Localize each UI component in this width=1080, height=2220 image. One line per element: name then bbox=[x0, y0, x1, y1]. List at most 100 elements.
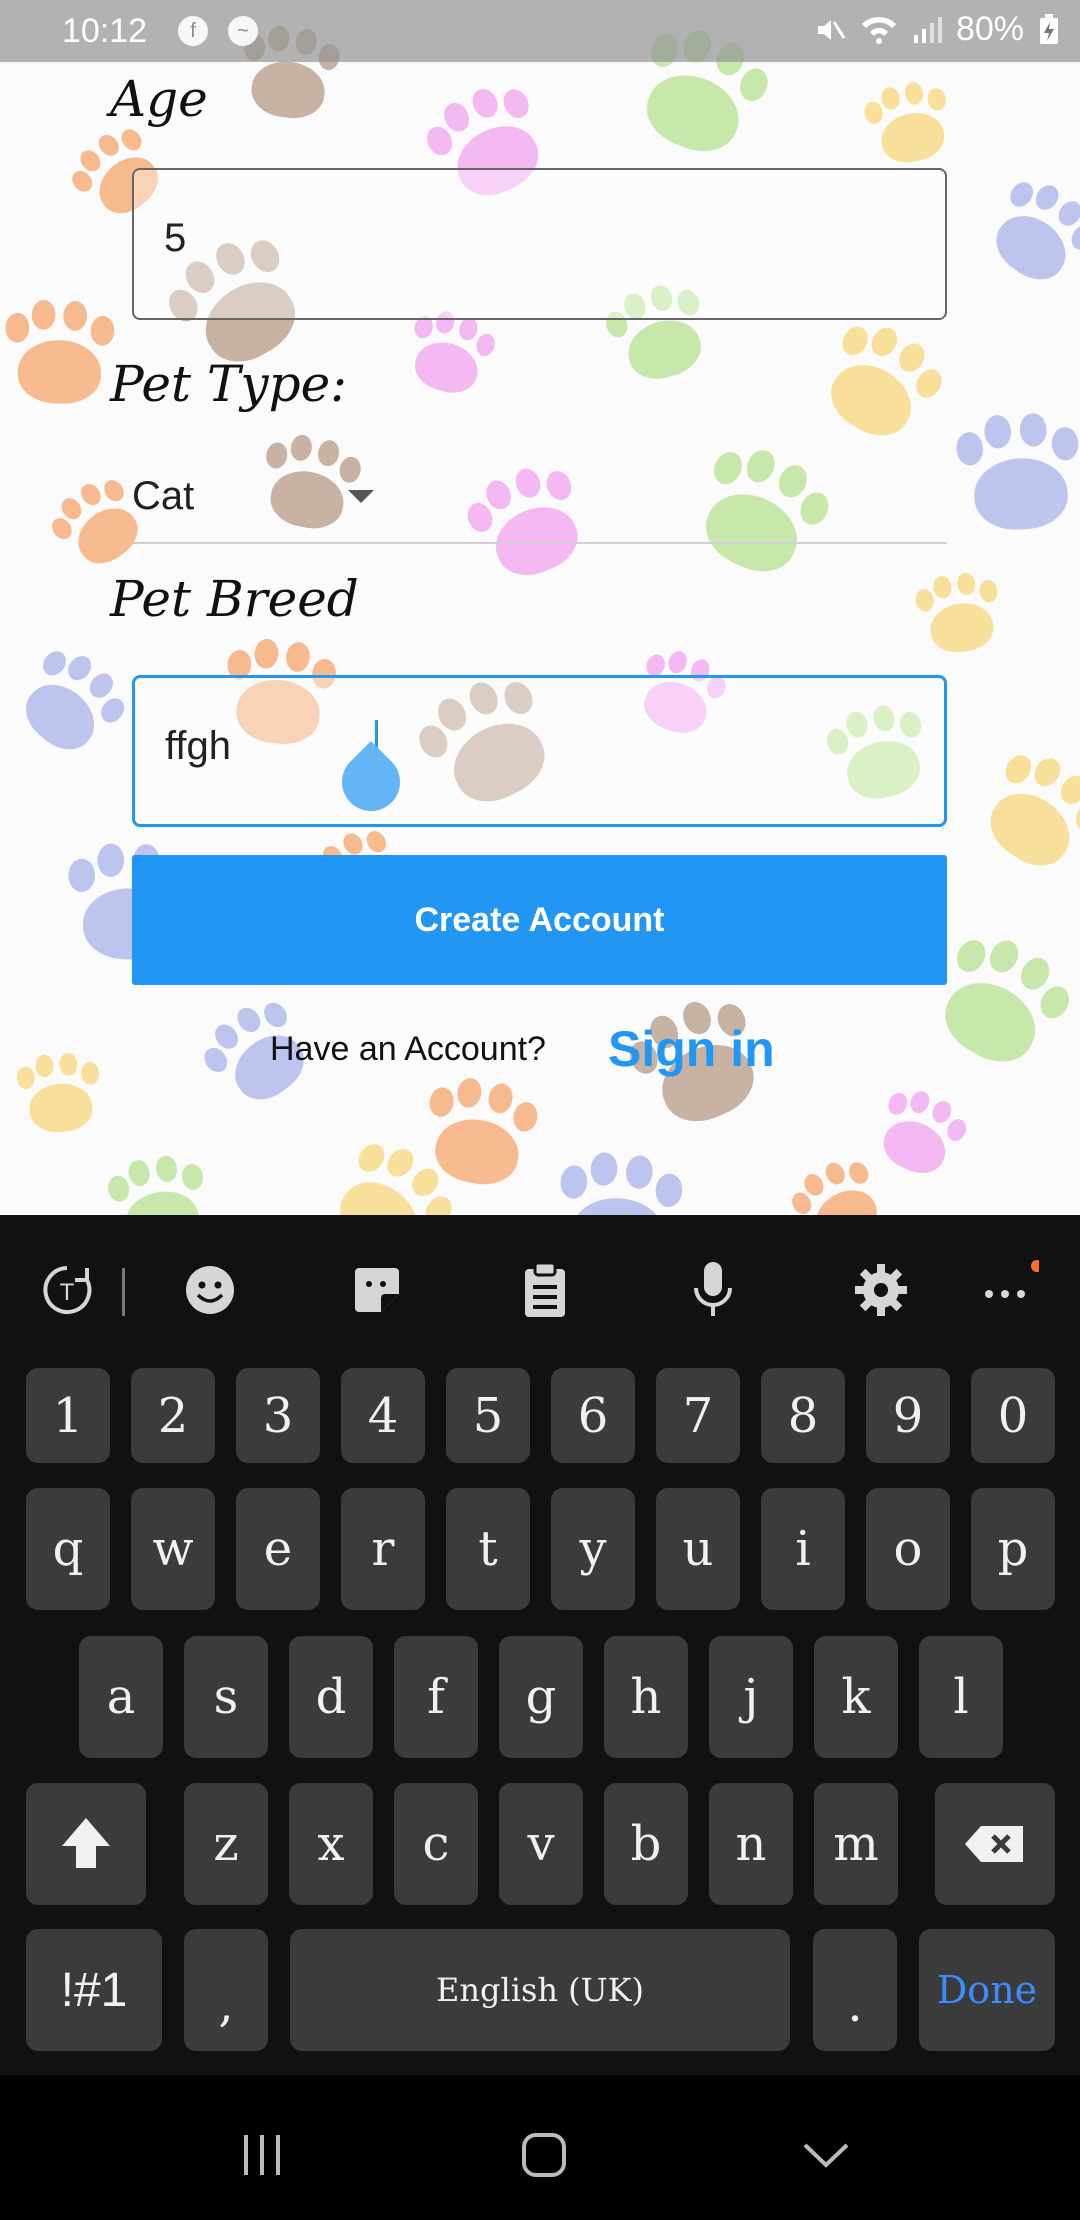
messenger-notification-icon: ~ bbox=[228, 16, 258, 46]
key-f[interactable]: f bbox=[394, 1636, 478, 1758]
key-4[interactable]: 4 bbox=[341, 1368, 425, 1463]
create-account-button[interactable]: Create Account bbox=[132, 855, 947, 985]
key-s[interactable]: s bbox=[184, 1636, 268, 1758]
status-right: 80% bbox=[814, 10, 1060, 49]
pet-breed-input[interactable]: ffgh bbox=[132, 675, 947, 827]
key-e[interactable]: e bbox=[236, 1488, 320, 1610]
key-5[interactable]: 5 bbox=[446, 1368, 530, 1463]
key-r[interactable]: r bbox=[341, 1488, 425, 1610]
key-b[interactable]: b bbox=[604, 1783, 688, 1905]
done-key-label: Done bbox=[936, 1968, 1038, 2012]
key-a[interactable]: a bbox=[79, 1636, 163, 1758]
backspace-key[interactable] bbox=[935, 1783, 1055, 1905]
key-o[interactable]: o bbox=[866, 1488, 950, 1610]
key-q-label: q bbox=[52, 1521, 84, 1577]
shift-key[interactable] bbox=[26, 1783, 146, 1905]
paw-print bbox=[101, 1150, 219, 1215]
paw-print bbox=[857, 75, 962, 174]
key-9[interactable]: 9 bbox=[866, 1368, 950, 1463]
key-z-label: z bbox=[213, 1816, 239, 1872]
key-c[interactable]: c bbox=[394, 1783, 478, 1905]
key-a-label: a bbox=[106, 1669, 136, 1725]
key-h[interactable]: h bbox=[604, 1636, 688, 1758]
key-2[interactable]: 2 bbox=[131, 1368, 215, 1463]
key-t[interactable]: t bbox=[446, 1488, 530, 1610]
key-q[interactable]: q bbox=[26, 1488, 110, 1610]
key-f-label: f bbox=[427, 1669, 445, 1725]
key-1-label: 1 bbox=[52, 1387, 84, 1444]
key-b-label: b bbox=[630, 1816, 662, 1872]
translate-icon[interactable]: T bbox=[32, 1255, 102, 1325]
key-j[interactable]: j bbox=[709, 1636, 793, 1758]
clipboard-icon[interactable] bbox=[510, 1255, 580, 1325]
key-3[interactable]: 3 bbox=[236, 1368, 320, 1463]
key-l-label: l bbox=[953, 1669, 969, 1725]
sign-in-link[interactable]: Sign in bbox=[608, 1020, 775, 1078]
paw-print bbox=[12, 1051, 108, 1140]
key-0[interactable]: 0 bbox=[971, 1368, 1055, 1463]
pet-breed-label: Pet Breed bbox=[110, 570, 359, 628]
done-key[interactable]: Done bbox=[919, 1929, 1055, 2051]
key-y[interactable]: y bbox=[551, 1488, 635, 1610]
key-u-label: u bbox=[682, 1521, 714, 1577]
key-i-label: i bbox=[795, 1521, 811, 1577]
key-d[interactable]: d bbox=[289, 1636, 373, 1758]
key-m[interactable]: m bbox=[814, 1783, 898, 1905]
key-0-label: 0 bbox=[997, 1387, 1029, 1444]
symbols-key-label: !#1 bbox=[60, 1963, 128, 2017]
key-g-label: g bbox=[525, 1669, 557, 1725]
key-6-label: 6 bbox=[577, 1387, 609, 1444]
key-1[interactable]: 1 bbox=[26, 1368, 110, 1463]
key-d-label: d bbox=[315, 1669, 347, 1725]
emoji-icon[interactable] bbox=[175, 1255, 245, 1325]
key-u[interactable]: u bbox=[656, 1488, 740, 1610]
age-input[interactable]: 5 bbox=[132, 168, 947, 320]
key-7[interactable]: 7 bbox=[656, 1368, 740, 1463]
key-8[interactable]: 8 bbox=[761, 1368, 845, 1463]
key-v-label: v bbox=[527, 1816, 555, 1872]
paw-print bbox=[548, 1148, 691, 1215]
key-e-label: e bbox=[263, 1521, 293, 1577]
home-icon[interactable] bbox=[514, 2125, 574, 2185]
mute-icon bbox=[817, 19, 846, 40]
dropdown-arrow-icon bbox=[348, 490, 374, 503]
comma-key[interactable]: , bbox=[184, 1929, 268, 2051]
paw-print bbox=[960, 737, 1080, 894]
key-6[interactable]: 6 bbox=[551, 1368, 635, 1463]
more-icon[interactable] bbox=[972, 1255, 1042, 1325]
svg-text:T: T bbox=[60, 1279, 75, 1306]
space-key[interactable]: English (UK) bbox=[290, 1929, 790, 2051]
key-x[interactable]: x bbox=[289, 1783, 373, 1905]
period-key[interactable]: . bbox=[813, 1929, 897, 2051]
key-w[interactable]: w bbox=[131, 1488, 215, 1610]
status-time: 10:12 bbox=[62, 12, 148, 50]
key-c-label: c bbox=[422, 1816, 450, 1872]
age-value: 5 bbox=[164, 216, 187, 260]
key-p[interactable]: p bbox=[971, 1488, 1055, 1610]
key-o-label: o bbox=[893, 1521, 923, 1577]
key-n-label: n bbox=[735, 1816, 767, 1872]
paw-print bbox=[970, 166, 1080, 304]
battery-charging-icon bbox=[1040, 13, 1058, 44]
sticker-icon[interactable] bbox=[342, 1255, 412, 1325]
key-n[interactable]: n bbox=[709, 1783, 793, 1905]
microphone-icon[interactable] bbox=[678, 1255, 748, 1325]
key-v[interactable]: v bbox=[499, 1783, 583, 1905]
symbols-key[interactable]: !#1 bbox=[26, 1929, 162, 2051]
key-r-label: r bbox=[371, 1521, 395, 1577]
age-label: Age bbox=[110, 70, 208, 128]
key-g[interactable]: g bbox=[499, 1636, 583, 1758]
pet-type-dropdown[interactable]: Cat bbox=[132, 460, 947, 544]
key-z[interactable]: z bbox=[184, 1783, 268, 1905]
paw-print bbox=[0, 299, 121, 412]
key-i[interactable]: i bbox=[761, 1488, 845, 1610]
key-k[interactable]: k bbox=[814, 1636, 898, 1758]
paw-print bbox=[0, 635, 141, 775]
gear-icon[interactable] bbox=[846, 1255, 916, 1325]
cursor-handle[interactable] bbox=[329, 740, 413, 824]
recents-icon[interactable] bbox=[232, 2125, 292, 2185]
key-l[interactable]: l bbox=[919, 1636, 1003, 1758]
back-icon[interactable] bbox=[796, 2125, 856, 2185]
pet-type-label: Pet Type: bbox=[110, 355, 348, 413]
key-w-label: w bbox=[152, 1521, 194, 1577]
